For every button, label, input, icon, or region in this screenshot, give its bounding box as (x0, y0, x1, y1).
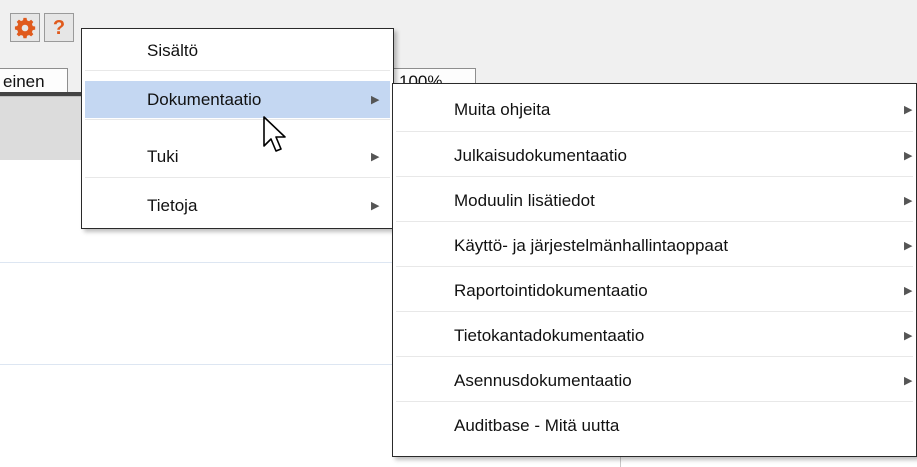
submenu-arrow-icon: ▶ (371, 151, 380, 163)
submenu-item-module-info[interactable]: Moduulin lisätiedot ▶ (396, 182, 913, 219)
submenu-item-whats-new[interactable]: Auditbase - Mitä uutta (396, 407, 913, 444)
settings-button[interactable] (10, 13, 40, 42)
submenu-item-reporting-docs[interactable]: Raportointidokumentaatio ▶ (396, 272, 913, 309)
menu-separator (85, 177, 390, 178)
menu-item-label: Raportointidokumentaatio (454, 280, 648, 300)
menu-separator (396, 356, 913, 357)
menu-separator (85, 119, 390, 120)
submenu-arrow-icon: ▶ (371, 94, 380, 106)
menu-item-label: Moduulin lisätiedot (454, 190, 595, 210)
menu-item-label: Asennusdokumentaatio (454, 370, 632, 390)
menu-item-label: Sisältö (147, 40, 199, 60)
divider (0, 364, 392, 365)
submenu-arrow-icon: ▶ (904, 285, 913, 297)
submenu-arrow-icon: ▶ (371, 200, 380, 212)
submenu-arrow-icon: ▶ (904, 330, 913, 342)
submenu-arrow-icon: ▶ (904, 195, 913, 207)
menu-item-documentation[interactable]: Dokumentaatio ▶ (85, 81, 390, 118)
submenu-item-install-docs[interactable]: Asennusdokumentaatio ▶ (396, 362, 913, 399)
submenu-item-other-guides[interactable]: Muita ohjeita ▶ (396, 91, 913, 128)
menu-item-label: Muita ohjeita (454, 99, 551, 119)
menu-separator (396, 311, 913, 312)
gear-icon (14, 17, 36, 38)
documentation-submenu: Muita ohjeita ▶ Julkaisudokumentaatio ▶ … (392, 83, 917, 457)
menu-item-label: Dokumentaatio (147, 89, 262, 109)
mouse-pointer-icon (263, 116, 286, 152)
divider (620, 456, 621, 467)
submenu-item-database-docs[interactable]: Tietokantadokumentaatio ▶ (396, 317, 913, 354)
menu-item-label: Julkaisudokumentaatio (454, 145, 627, 165)
menu-item-label: Tietoja (147, 195, 198, 215)
submenu-arrow-icon: ▶ (904, 375, 913, 387)
tab-general[interactable]: einen (0, 68, 68, 94)
submenu-item-admin-guides[interactable]: Käyttö- ja järjestelmänhallintaoppaat ▶ (396, 227, 913, 264)
menu-item-contents[interactable]: Sisältö (85, 32, 390, 69)
menu-separator (396, 221, 913, 222)
menu-item-label: Käyttö- ja järjestelmänhallintaoppaat (454, 235, 729, 255)
menu-separator (396, 266, 913, 267)
submenu-item-release-docs[interactable]: Julkaisudokumentaatio ▶ (396, 137, 913, 174)
menu-separator (396, 176, 913, 177)
help-button[interactable]: ? (44, 13, 74, 42)
menu-item-label: Tuki (147, 146, 179, 166)
menu-item-support[interactable]: Tuki ▶ (85, 138, 390, 175)
divider (0, 262, 392, 263)
submenu-arrow-icon: ▶ (904, 240, 913, 252)
menu-item-about[interactable]: Tietoja ▶ (85, 187, 390, 224)
menu-separator (85, 70, 390, 71)
menu-separator (396, 131, 913, 132)
help-icon: ? (52, 16, 66, 39)
help-menu: Sisältö Dokumentaatio ▶ Tuki ▶ Tietoja ▶ (81, 28, 394, 229)
menu-separator (396, 401, 913, 402)
menu-item-label: Auditbase - Mitä uutta (454, 415, 620, 435)
submenu-arrow-icon: ▶ (904, 104, 913, 116)
submenu-arrow-icon: ▶ (904, 150, 913, 162)
tab-general-label: einen (3, 72, 45, 91)
menu-item-label: Tietokantadokumentaatio (454, 325, 645, 345)
